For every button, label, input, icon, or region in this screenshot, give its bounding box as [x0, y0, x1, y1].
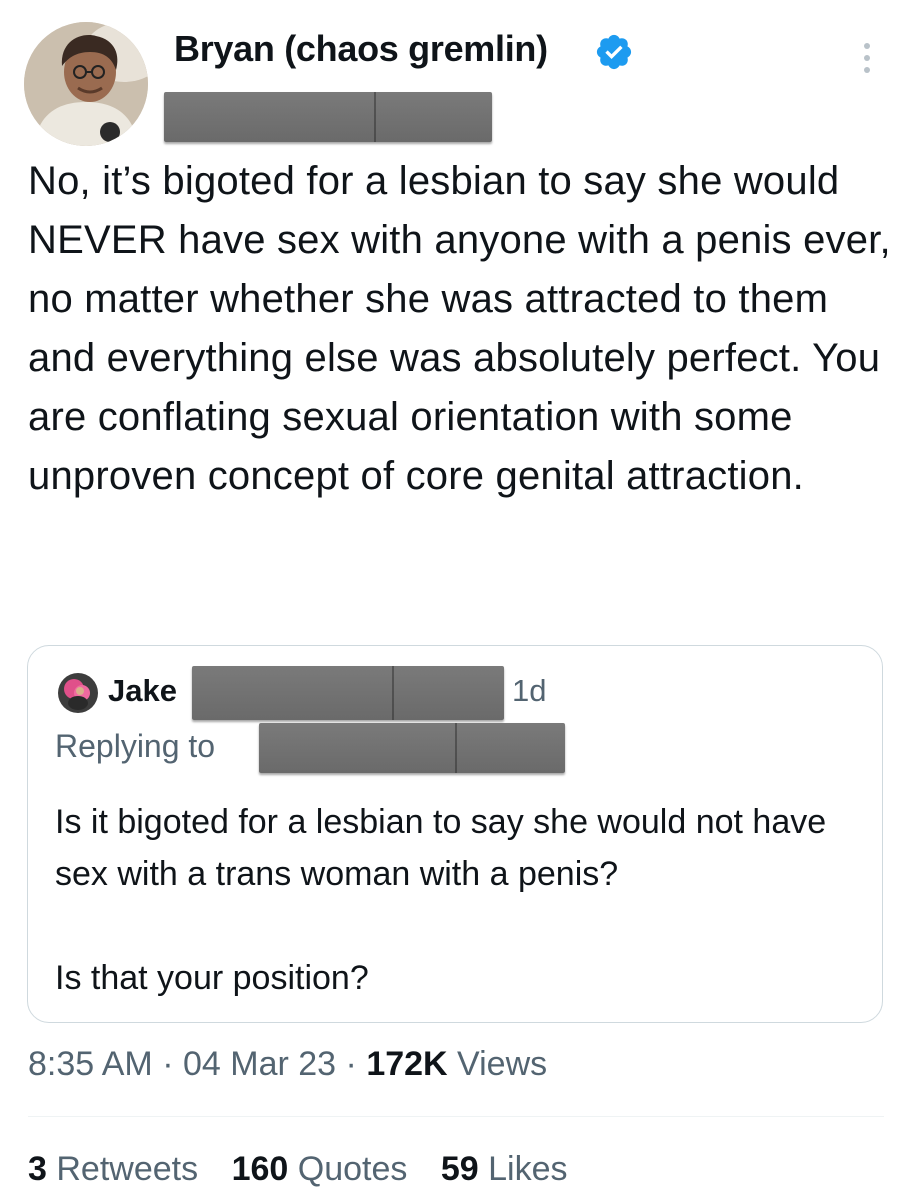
quoted-timestamp[interactable]: 1d — [512, 673, 546, 709]
engagement-stats: 3 Retweets 160 Quotes 59 Likes — [28, 1150, 591, 1189]
divider — [28, 1116, 884, 1117]
redacted-quoted-handle — [192, 666, 504, 720]
quoted-author-name[interactable]: Jake — [108, 673, 177, 709]
quoted-tweet-text: Is it bigoted for a lesbian to say she w… — [55, 796, 865, 1004]
likes-count: 59 — [440, 1150, 479, 1188]
profile-photo-icon — [24, 22, 148, 146]
quoted-profile-photo-icon — [58, 673, 98, 713]
retweets-stat[interactable]: 3 Retweets — [28, 1150, 208, 1188]
likes-stat[interactable]: 59 Likes — [441, 1150, 568, 1188]
replying-to-label: Replying to — [55, 728, 216, 764]
redacted-handle — [164, 92, 492, 142]
tweet-time[interactable]: 8:35 AM — [28, 1045, 153, 1083]
likes-label: Likes — [488, 1150, 568, 1188]
quoted-paragraph: Is it bigoted for a lesbian to say she w… — [55, 803, 827, 893]
meta-separator: · — [162, 1045, 174, 1083]
quoted-paragraph: Is that your position? — [55, 959, 369, 997]
author-avatar[interactable] — [24, 22, 148, 146]
views-label: Views — [457, 1045, 548, 1083]
quoted-author-avatar[interactable] — [58, 673, 98, 713]
quoted-tweet-card[interactable]: Jake 1d Replying to Is it bigoted for a … — [27, 645, 883, 1023]
quotes-count: 160 — [231, 1150, 289, 1188]
retweets-count: 3 — [28, 1150, 47, 1188]
views-count: 172K — [366, 1045, 448, 1083]
more-options-icon[interactable] — [852, 38, 882, 78]
tweet-meta: 8:35 AM · 04 Mar 23 · 172K Views — [28, 1045, 547, 1084]
quotes-label: Quotes — [297, 1150, 408, 1188]
meta-separator: · — [345, 1045, 357, 1083]
tweet-date[interactable]: 04 Mar 23 — [183, 1045, 336, 1083]
retweets-label: Retweets — [56, 1150, 199, 1188]
tweet-text: No, it’s bigoted for a lesbian to say sh… — [28, 159, 891, 498]
redacted-replying-handle — [259, 723, 565, 773]
verified-badge-icon — [596, 34, 632, 70]
quotes-stat[interactable]: 160 Quotes — [232, 1150, 417, 1188]
author-display-name[interactable]: Bryan (chaos gremlin) — [174, 28, 548, 70]
